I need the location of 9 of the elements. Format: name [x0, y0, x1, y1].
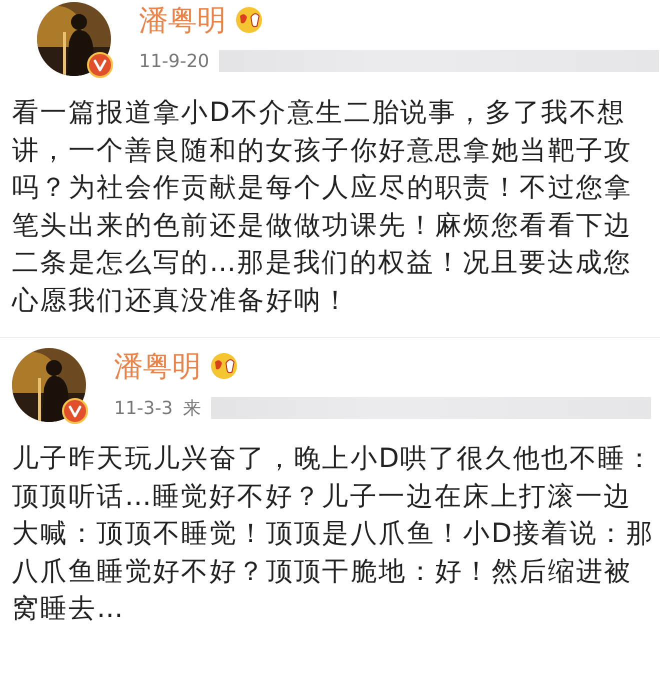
post-text: 儿子昨天玩儿兴奋了，晚上小D哄了很久他也不睡：顶顶听话…睡觉好不好？儿子一边在床上打滚一边大喊：顶顶不睡觉！顶顶是八爪鱼！小D接着说：那八爪鱼睡觉好不好？顶顶干脆地：好！然后缩进被窝睡去… — [12, 442, 656, 626]
post-source: 来 — [182, 397, 201, 420]
user-name[interactable]: 潘粤明 — [114, 348, 201, 384]
emoji-icon — [234, 5, 264, 35]
user-name[interactable]: 潘粤明 — [139, 2, 226, 38]
post-date: 11-9-20 — [139, 50, 210, 72]
post-text: 看一篇报道拿小D不介意生二胎说事，多了我不想讲，一个善良随和的女孩子你好意思拿她当靶子攻吗？为社会作贡献是每个人应尽的职责！不过您拿笔头出来的色前还是做做功课先！麻烦您看看下边二条是怎么写的…那是我们的权益！况且要达成您心愿我们还真没准备好呐！ — [12, 96, 634, 318]
emoji-icon — [209, 351, 239, 381]
post-date: 11-3-3 — [114, 398, 173, 418]
